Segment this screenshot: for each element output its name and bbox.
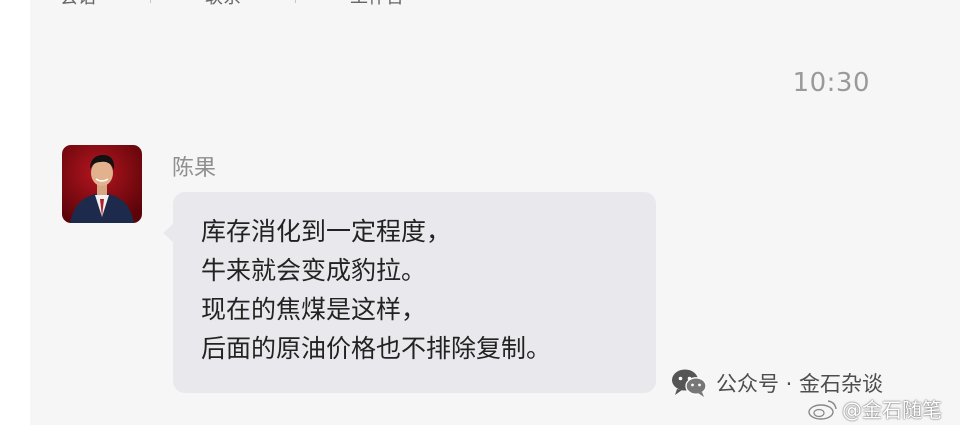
tab-sessions[interactable]: 会话 [60,0,96,9]
message-bubble[interactable]: 库存消化到一定程度， 牛来就会变成豹拉。 现在的焦煤是这样， 后面的原油价格也不… [163,192,656,393]
weibo-watermark-text: @金石随笔 [842,398,942,422]
avatar[interactable] [62,145,142,223]
tab-workbench[interactable]: 工作台 [350,0,404,9]
avatar-image [62,145,142,223]
bubble-tail [163,224,173,242]
weibo-icon [808,399,837,420]
tab-divider [295,0,296,3]
wechat-icon [672,369,707,397]
tab-contacts[interactable]: 联系 [205,0,241,9]
message-line: 现在的焦煤是这样， [201,295,427,324]
chat-screenshot: 会话 联系 工作台 10:30 陈果 库存消化到一定 [0,0,960,425]
weibo-watermark: @金石随笔 [808,394,942,423]
message-timestamp: 10:30 [792,68,870,98]
message-line: 牛来就会变成豹拉。 [201,256,427,285]
message-text: 库存消化到一定程度， 牛来就会变成豹拉。 现在的焦煤是这样， 后面的原油价格也不… [201,212,551,368]
message-line: 后面的原油价格也不排除复制。 [201,334,552,363]
tab-divider [150,0,151,3]
top-tab-bar: 会话 联系 工作台 [60,0,458,9]
sender-name: 陈果 [172,156,217,181]
message-line: 库存消化到一定程度， [201,217,452,246]
